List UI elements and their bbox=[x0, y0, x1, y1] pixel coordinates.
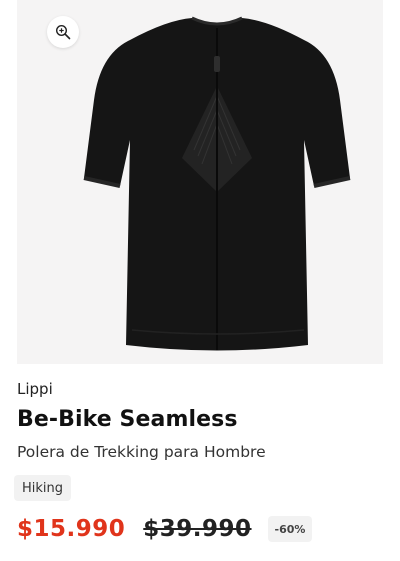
current-price: $15.990 bbox=[17, 516, 126, 542]
zoom-in-icon bbox=[55, 24, 71, 40]
product-image bbox=[83, 16, 351, 351]
original-price: $39.990 bbox=[143, 516, 252, 542]
product-image-panel[interactable] bbox=[17, 0, 383, 364]
product-title[interactable]: Be-Bike Seamless bbox=[17, 407, 238, 432]
product-subtitle: Polera de Trekking para Hombre bbox=[17, 443, 266, 461]
zoom-button[interactable] bbox=[47, 16, 79, 48]
category-tag[interactable]: Hiking bbox=[14, 475, 72, 501]
discount-badge: -60% bbox=[267, 516, 313, 542]
product-brand[interactable]: Lippi bbox=[17, 380, 53, 398]
price-row: $15.990 $39.990 -60% bbox=[17, 516, 313, 542]
